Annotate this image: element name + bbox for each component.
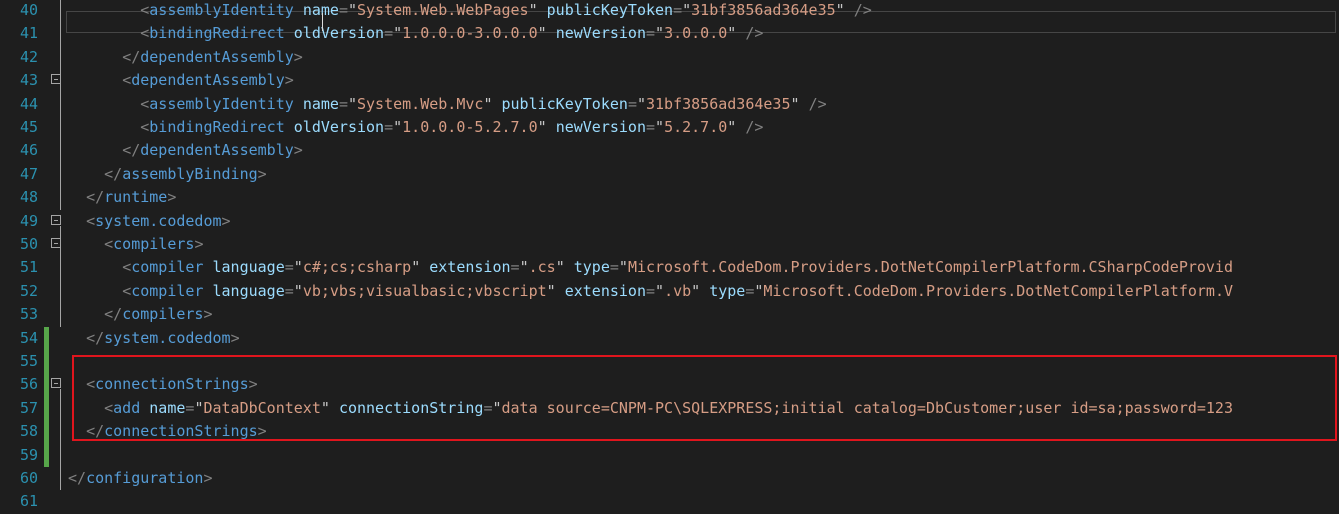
line-number: 48 <box>19 188 38 207</box>
code-line[interactable]: 50 <compilers> <box>0 233 1339 256</box>
code-line[interactable]: 51 <compiler language="c#;cs;csharp" ext… <box>0 256 1339 279</box>
collapse-icon[interactable] <box>51 378 61 389</box>
code-line[interactable]: 41 <bindingRedirect oldVersion="1.0.0.0-… <box>0 22 1339 45</box>
line-number: 51 <box>19 258 38 277</box>
code-line[interactable]: 59 <box>0 443 1339 467</box>
code-text: <dependentAssembly> <box>122 71 294 90</box>
code-text: <compiler language="c#;cs;csharp" extens… <box>122 258 1233 277</box>
code-text: </compilers> <box>104 305 213 324</box>
outline-guide <box>60 389 61 444</box>
line-number: 44 <box>19 94 38 113</box>
code-line[interactable]: 47 </assemblyBinding> <box>0 163 1339 186</box>
code-line[interactable]: 46 </dependentAssembly> <box>0 139 1339 162</box>
line-number: 40 <box>19 1 38 19</box>
code-line[interactable]: 48 </runtime> <box>0 186 1339 209</box>
line-number: 52 <box>19 281 38 300</box>
code-text: </dependentAssembly> <box>122 47 303 66</box>
code-line[interactable]: 61 <box>0 490 1339 513</box>
change-marker <box>44 350 49 374</box>
code-line[interactable]: 60 </configuration> <box>0 467 1339 490</box>
code-text: </system.codedom> <box>86 328 240 347</box>
line-number: 49 <box>19 211 38 230</box>
code-text: <assemblyIdentity name="System.Web.Mvc" … <box>140 94 827 113</box>
code-text: </assemblyBinding> <box>104 164 267 183</box>
line-number: 45 <box>19 118 38 136</box>
line-number: 56 <box>19 375 38 394</box>
change-marker <box>44 396 49 421</box>
outline-guide <box>60 0 61 210</box>
code-editor[interactable]: 40 <assemblyIdentity name="System.Web.We… <box>0 0 1339 510</box>
code-text: <compiler language="vb;vbs;visualbasic;v… <box>122 281 1234 300</box>
outline-guide <box>60 225 61 327</box>
code-line[interactable]: 52 <compiler language="vb;vbs;visualbasi… <box>0 280 1339 303</box>
line-number: 55 <box>19 352 38 370</box>
code-line[interactable]: 40 <assemblyIdentity name="System.Web.We… <box>0 0 1339 22</box>
line-number: 50 <box>19 235 38 253</box>
code-line[interactable]: 45 <bindingRedirect oldVersion="1.0.0.0-… <box>0 116 1339 139</box>
line-number: 53 <box>19 305 38 324</box>
code-text: </configuration> <box>68 469 213 487</box>
code-text: <assemblyIdentity name="System.Web.WebPa… <box>140 1 872 19</box>
text-caret <box>322 13 323 31</box>
code-text: <system.codedom> <box>86 211 231 230</box>
code-line[interactable]: 49 <system.codedom> <box>0 210 1339 233</box>
line-number: 42 <box>19 47 38 66</box>
code-text: </dependentAssembly> <box>122 141 303 160</box>
line-number: 61 <box>19 492 38 511</box>
line-number: 57 <box>19 398 38 417</box>
line-number: 59 <box>19 445 38 464</box>
code-text: <bindingRedirect oldVersion="1.0.0.0-5.2… <box>140 118 764 136</box>
change-marker <box>44 326 49 350</box>
code-text: <bindingRedirect oldVersion="1.0.0.0-3.0… <box>140 24 764 43</box>
change-marker <box>44 420 49 444</box>
line-number: 43 <box>19 71 38 90</box>
code-line[interactable]: 53 </compilers> <box>0 303 1339 326</box>
line-number: 58 <box>19 422 38 441</box>
collapse-icon[interactable] <box>51 214 61 225</box>
change-marker <box>44 373 49 397</box>
change-marker <box>44 443 49 467</box>
code-line[interactable]: 43 <dependentAssembly> <box>0 69 1339 92</box>
connection-strings-highlight-box <box>72 355 1337 441</box>
code-line[interactable]: 44 <assemblyIdentity name="System.Web.Mv… <box>0 93 1339 116</box>
line-number: 60 <box>19 469 38 487</box>
line-number: 41 <box>19 24 38 43</box>
outline-guide <box>60 443 61 491</box>
code-text: <compilers> <box>104 235 204 253</box>
line-number: 54 <box>19 328 38 347</box>
code-line[interactable]: 42 </dependentAssembly> <box>0 46 1339 69</box>
code-line[interactable]: 54 </system.codedom> <box>0 326 1339 350</box>
code-text: </runtime> <box>86 188 177 207</box>
line-number: 46 <box>19 141 38 160</box>
line-number: 47 <box>19 164 38 183</box>
